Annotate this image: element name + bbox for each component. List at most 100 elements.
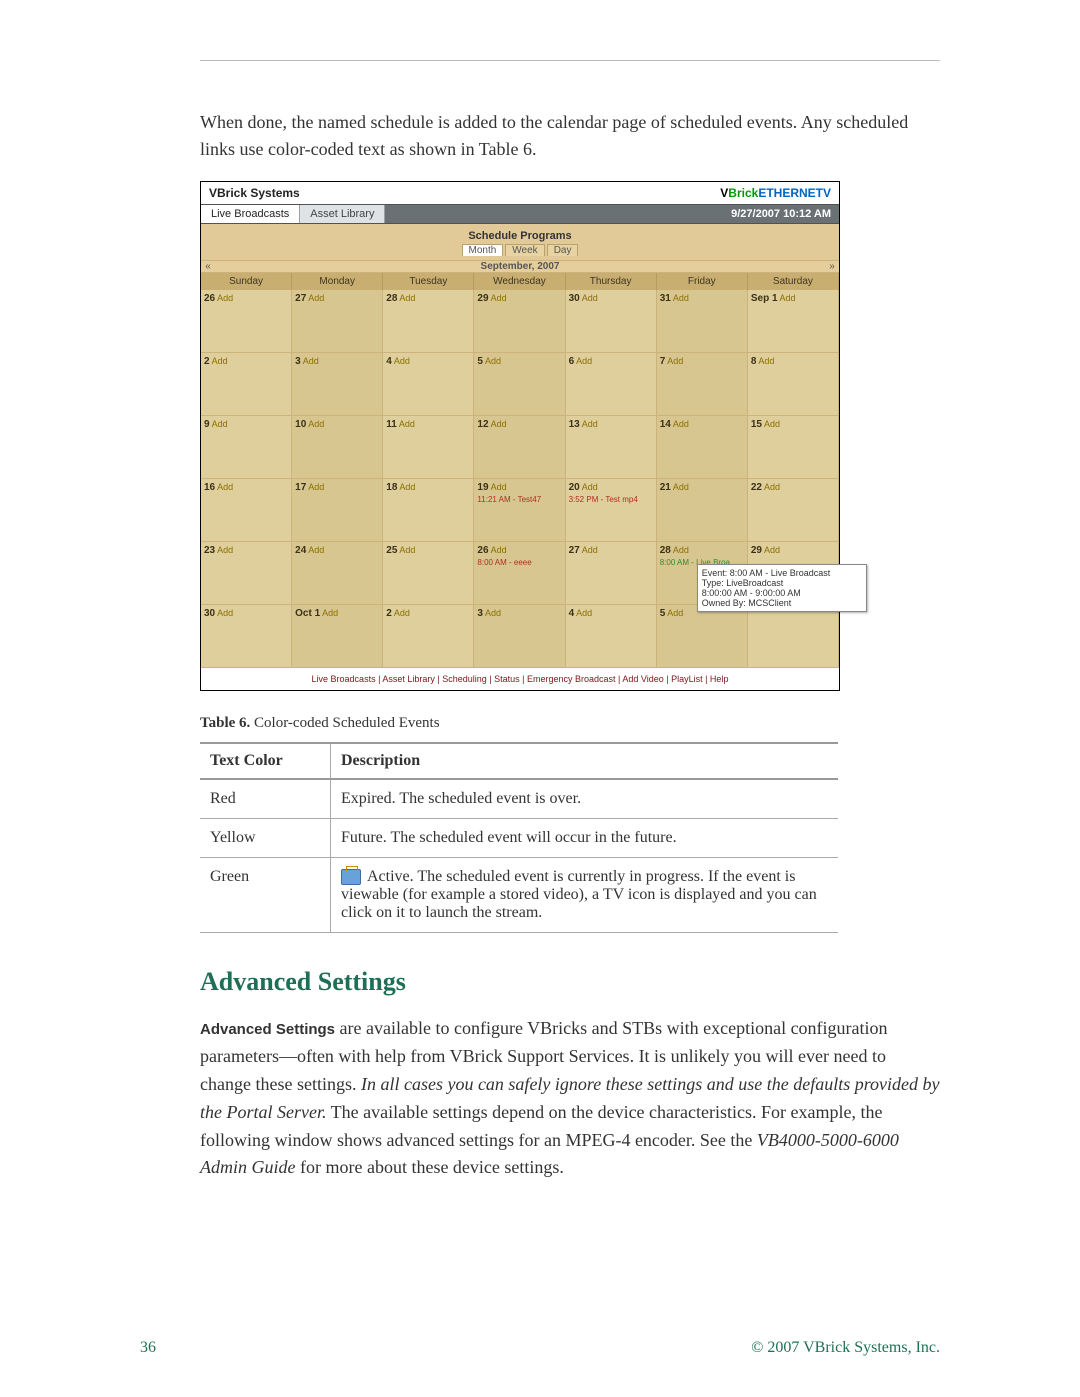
add-link[interactable]: Add	[485, 356, 501, 366]
add-link[interactable]: Add	[399, 545, 415, 555]
calendar-cell[interactable]: 20 Add3:52 PM - Test mp4	[566, 479, 657, 542]
add-link[interactable]: Add	[308, 419, 324, 429]
cell-desc: Active. The scheduled event is currently…	[331, 858, 839, 933]
calendar-cell[interactable]: 14 Add	[657, 416, 748, 479]
add-link[interactable]: Add	[491, 293, 507, 303]
add-link[interactable]: Add	[582, 293, 598, 303]
th-desc: Description	[331, 743, 839, 779]
calendar-cell[interactable]: 17 Add	[292, 479, 383, 542]
add-link[interactable]: Add	[217, 608, 233, 618]
add-link[interactable]: Add	[758, 356, 774, 366]
caption-bold: Table 6.	[200, 715, 250, 731]
event-red[interactable]: 11:21 AM - Test47	[477, 495, 561, 505]
add-link[interactable]: Add	[322, 608, 338, 618]
add-link[interactable]: Add	[399, 419, 415, 429]
add-link[interactable]: Add	[582, 482, 598, 492]
add-link[interactable]: Add	[667, 356, 683, 366]
calendar-cell[interactable]: 31 Add	[657, 290, 748, 353]
add-link[interactable]: Add	[399, 293, 415, 303]
add-link[interactable]: Add	[582, 419, 598, 429]
add-link[interactable]: Add	[217, 293, 233, 303]
calendar-cell[interactable]: 26 Add	[201, 290, 292, 353]
tab-live-broadcasts[interactable]: Live Broadcasts	[201, 205, 300, 223]
calendar-cell[interactable]	[748, 605, 839, 668]
add-link[interactable]: Add	[491, 482, 507, 492]
add-link[interactable]: Add	[673, 482, 689, 492]
add-link[interactable]: Add	[212, 419, 228, 429]
event-red[interactable]: 3:52 PM - Test mp4	[569, 495, 653, 505]
event-red[interactable]: 8:00 AM - eeee	[477, 558, 561, 568]
calendar-cell[interactable]: 24 Add	[292, 542, 383, 605]
calendar-cell[interactable]: 16 Add	[201, 479, 292, 542]
prev-month[interactable]: «	[201, 261, 215, 272]
calendar-cell[interactable]: 27 Add	[566, 542, 657, 605]
calendar-cell[interactable]: 22 Add	[748, 479, 839, 542]
add-link[interactable]: Add	[673, 545, 689, 555]
view-week[interactable]: Week	[505, 244, 544, 256]
add-link[interactable]: Add	[780, 293, 796, 303]
next-month[interactable]: »	[825, 261, 839, 272]
calendar-cell[interactable]: 30 Add	[201, 605, 292, 668]
add-link[interactable]: Add	[308, 545, 324, 555]
tab-asset-library[interactable]: Asset Library	[300, 205, 385, 223]
calendar-cell[interactable]: 8 Add	[748, 353, 839, 416]
add-link[interactable]: Add	[308, 482, 324, 492]
add-link[interactable]: Add	[399, 482, 415, 492]
add-link[interactable]: Add	[764, 545, 780, 555]
calendar-cell[interactable]: Oct 1 Add	[292, 605, 383, 668]
add-link[interactable]: Add	[394, 608, 410, 618]
calendar-cell[interactable]: 4 Add	[566, 605, 657, 668]
table-row: Yellow Future. The scheduled event will …	[200, 819, 838, 858]
add-link[interactable]: Add	[308, 293, 324, 303]
add-link[interactable]: Add	[667, 608, 683, 618]
calendar-cell[interactable]: Sep 1 Add	[748, 290, 839, 353]
view-day[interactable]: Day	[547, 244, 579, 256]
calendar-cell[interactable]: 7 Add	[657, 353, 748, 416]
add-link[interactable]: Add	[303, 356, 319, 366]
add-link[interactable]: Add	[217, 545, 233, 555]
calendar-cell[interactable]: 11 Add	[383, 416, 474, 479]
calendar-cell[interactable]: 27 Add	[292, 290, 383, 353]
add-link[interactable]: Add	[764, 482, 780, 492]
cell-desc-text: Active. The scheduled event is currently…	[341, 868, 817, 921]
add-link[interactable]: Add	[485, 608, 501, 618]
calendar-cell[interactable]: 13 Add	[566, 416, 657, 479]
calendar-cell[interactable]: 23 Add	[201, 542, 292, 605]
intro-paragraph: When done, the named schedule is added t…	[200, 109, 940, 163]
add-link[interactable]: Add	[491, 545, 507, 555]
calendar-cell[interactable]: 4 Add	[383, 353, 474, 416]
calendar-cell[interactable]: 10 Add	[292, 416, 383, 479]
add-link[interactable]: Add	[673, 293, 689, 303]
calendar-cell[interactable]: 18 Add	[383, 479, 474, 542]
add-link[interactable]: Add	[491, 419, 507, 429]
calendar-cell[interactable]: 15 Add	[748, 416, 839, 479]
calendar-cell[interactable]: 29 Add	[474, 290, 565, 353]
add-link[interactable]: Add	[576, 356, 592, 366]
calendar-cell[interactable]: 3 Add	[292, 353, 383, 416]
add-link[interactable]: Add	[217, 482, 233, 492]
add-link[interactable]: Add	[764, 419, 780, 429]
calendar-cell[interactable]: 12 Add	[474, 416, 565, 479]
calendar-cell[interactable]: 9 Add	[201, 416, 292, 479]
calendar-cell[interactable]: 28 Add8:00 AM - Live Broa…Event: 8:00 AM…	[657, 542, 748, 605]
calendar-cell[interactable]: 5 Add	[474, 353, 565, 416]
add-link[interactable]: Add	[212, 356, 228, 366]
calendar-cell[interactable]: 2 Add	[201, 353, 292, 416]
calendar-cell[interactable]: 2 Add	[383, 605, 474, 668]
calendar-cell[interactable]: 21 Add	[657, 479, 748, 542]
add-link[interactable]: Add	[576, 608, 592, 618]
calendar-cell[interactable]: 28 Add	[383, 290, 474, 353]
add-link[interactable]: Add	[673, 419, 689, 429]
calendar-cell[interactable]: 6 Add	[566, 353, 657, 416]
calendar-cell[interactable]: 30 Add	[566, 290, 657, 353]
calendar-cell[interactable]: 25 Add	[383, 542, 474, 605]
footer-links[interactable]: Live Broadcasts | Asset Library | Schedu…	[201, 668, 839, 690]
add-link[interactable]: Add	[582, 545, 598, 555]
tv-icon[interactable]	[341, 869, 361, 885]
add-link[interactable]: Add	[394, 356, 410, 366]
calendar-cell[interactable]: 5 Add	[657, 605, 748, 668]
calendar-cell[interactable]: 26 Add8:00 AM - eeee	[474, 542, 565, 605]
view-month[interactable]: Month	[462, 244, 504, 256]
calendar-cell[interactable]: 19 Add11:21 AM - Test47	[474, 479, 565, 542]
calendar-cell[interactable]: 3 Add	[474, 605, 565, 668]
